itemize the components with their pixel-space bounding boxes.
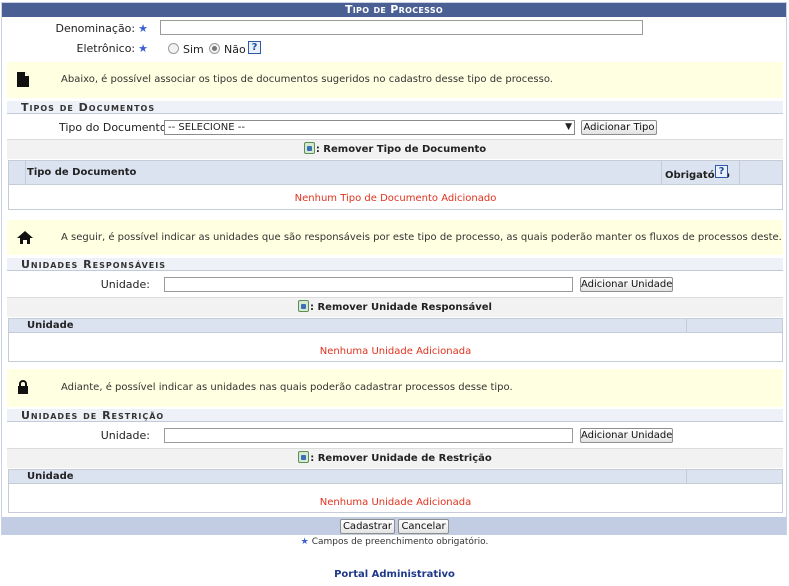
help-icon[interactable]: ? (715, 165, 728, 178)
tipo-documento-selected: -- SELECIONE -- (168, 122, 245, 133)
responsaveis-info-box: A seguir, é possível indicar as unidades… (7, 220, 783, 255)
chevron-down-icon: ▼ (565, 122, 572, 132)
eletronico-label: Eletrônico: ★ (76, 42, 148, 55)
documentos-empty-message: Nenhum Tipo de Documento Adicionado (294, 193, 497, 204)
remover-unidade-responsavel-bar: : Remover Unidade Responsável (7, 297, 783, 317)
cadastrar-button[interactable]: Cadastrar (340, 519, 395, 534)
responsaveis-table-header: Unidade (9, 319, 782, 333)
remover-restricao-label: : Remover Unidade de Restrição (310, 453, 492, 464)
lock-icon (18, 380, 28, 394)
eletronico-sim-label: Sim (183, 43, 204, 56)
actions-bar: Cadastrar Cancelar (2, 517, 786, 535)
responsaveis-table: Unidade Nenhuma Unidade Adicionada (8, 318, 783, 362)
remove-icon (298, 451, 310, 463)
adicionar-unidade-responsavel-button[interactable]: Adicionar Unidade (580, 277, 673, 292)
remover-tipo-documento-bar: : Remover Tipo de Documento (7, 139, 783, 159)
col-unidade: Unidade (27, 471, 74, 482)
unidade-restricao-input[interactable] (164, 428, 573, 443)
unidade-restricao-label: Unidade: (100, 429, 150, 442)
restricao-table: Unidade Nenhuma Unidade Adicionada (8, 469, 783, 513)
restricao-info-text: Adiante, é possível indicar as unidades … (61, 382, 513, 393)
tipo-documento-label: Tipo do Documento: (59, 121, 171, 134)
form-panel: Tipo de Processo Denominação: ★ Eletrônic… (1, 2, 787, 535)
documentos-table: Tipo de Documento Obrigatório ? Nenhum T… (8, 160, 783, 210)
section-unidades-restricao: Unidades de Restrição (7, 409, 783, 422)
documentos-info-box: Abaixo, é possível associar os tipos de … (7, 62, 783, 98)
denominacao-input[interactable] (160, 20, 643, 35)
required-note: ★ Campos de preenchimento obrigatório. (300, 537, 489, 547)
tipo-documento-select[interactable]: -- SELECIONE -- ▼ (164, 120, 575, 135)
restricao-info-box: Adiante, é possível indicar as unidades … (7, 369, 783, 407)
home-icon (17, 231, 33, 244)
form-title: Tipo de Processo (2, 3, 786, 17)
unidade-responsavel-label: Unidade: (100, 278, 150, 291)
documentos-table-header: Tipo de Documento Obrigatório ? (9, 161, 782, 185)
remove-icon (303, 142, 315, 154)
col-tipo-documento: Tipo de Documento (27, 167, 137, 178)
remover-responsavel-label: : Remover Unidade Responsável (310, 302, 492, 313)
restricao-empty-message: Nenhuma Unidade Adicionada (319, 497, 472, 508)
responsaveis-info-text: A seguir, é possível indicar as unidades… (61, 232, 782, 243)
help-icon[interactable]: ? (248, 41, 261, 54)
remover-tipo-label: : Remover Tipo de Documento (315, 144, 487, 155)
responsaveis-empty-message: Nenhuma Unidade Adicionada (319, 346, 472, 357)
adicionar-unidade-restricao-button[interactable]: Adicionar Unidade (580, 428, 673, 443)
required-icon: ★ (138, 42, 148, 55)
cancelar-button[interactable]: Cancelar (398, 519, 449, 534)
restricao-table-header: Unidade (9, 470, 782, 484)
denominacao-label: Denominação: ★ (55, 22, 148, 35)
section-unidades-responsaveis: Unidades Responsáveis (7, 258, 783, 271)
required-icon: ★ (300, 537, 309, 547)
document-icon (17, 72, 29, 87)
remove-icon (298, 300, 309, 312)
eletronico-nao-label: Não (224, 43, 246, 56)
col-unidade: Unidade (27, 320, 74, 331)
required-icon: ★ (138, 22, 148, 35)
portal-link[interactable]: Portal Administrativo (0, 569, 789, 580)
adicionar-tipo-button[interactable]: Adicionar Tipo (581, 120, 657, 135)
remover-unidade-restricao-bar: : Remover Unidade de Restrição (7, 448, 783, 468)
eletronico-nao-radio[interactable] (209, 43, 220, 54)
documentos-info-text: Abaixo, é possível associar os tipos de … (61, 74, 553, 85)
unidade-responsavel-input[interactable] (164, 277, 573, 292)
eletronico-sim-radio[interactable] (168, 43, 179, 54)
section-tipos-documentos: Tipos de Documentos (7, 101, 783, 114)
